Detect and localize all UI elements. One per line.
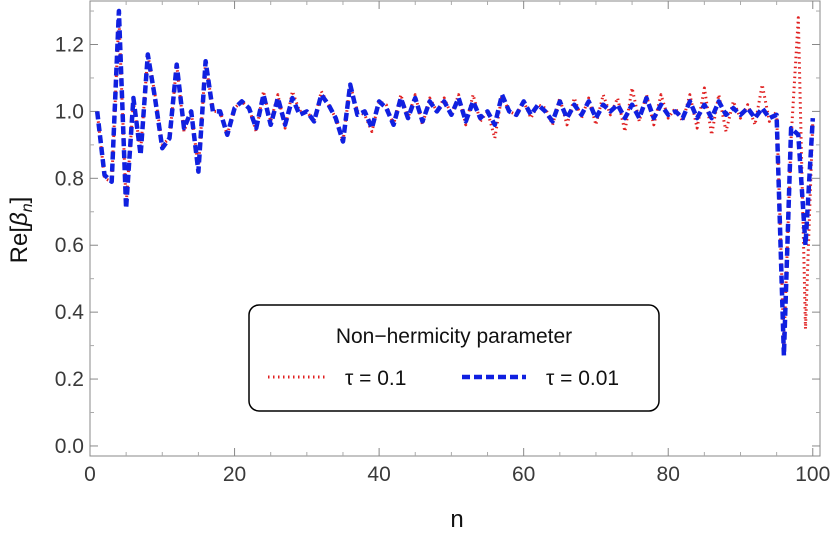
x-tick-label: 20 xyxy=(223,463,246,486)
chart: 0 20 40 60 80 100 0.0 0.2 0.4 0.6 0.8 1.0 1.2 n Re[… xyxy=(6,0,830,533)
x-tick-label: 80 xyxy=(657,463,680,486)
y-tick-label: 0.2 xyxy=(55,368,84,391)
y-axis-title-symbol: β xyxy=(6,212,33,227)
y-tick-label: 1.0 xyxy=(55,100,84,123)
x-tick-label: 60 xyxy=(512,463,535,486)
y-tick-label: 0.4 xyxy=(55,301,85,324)
y-axis-title: Re[βn] xyxy=(6,197,36,264)
x-axis-ticks: 0 20 40 60 80 100 xyxy=(84,1,830,486)
legend-box xyxy=(248,304,660,412)
y-tick-label: 0.8 xyxy=(55,167,84,190)
y-axis-title-bracket-close: ] xyxy=(6,197,33,204)
y-axis-title-subscript: n xyxy=(19,203,36,212)
series-line-tau-0-01 xyxy=(94,8,816,358)
series-lines xyxy=(94,8,816,358)
x-axis-title: n xyxy=(450,506,463,533)
legend-entry-tau-0-1: τ = 0.1 xyxy=(345,367,406,390)
series-line-tau-0-1 xyxy=(95,16,815,348)
legend: Non−hermicity parameter τ = 0.1 τ = 0.01 xyxy=(248,304,660,412)
legend-title: Non−hermicity parameter xyxy=(336,325,572,348)
x-tick-label: 40 xyxy=(367,463,390,486)
legend-entry-tau-0-01: τ = 0.01 xyxy=(546,367,619,390)
y-tick-label: 0.0 xyxy=(55,435,84,458)
x-tick-label: 0 xyxy=(84,463,96,486)
x-tick-label: 100 xyxy=(795,463,830,486)
y-tick-label: 1.2 xyxy=(55,33,84,56)
y-tick-label: 0.6 xyxy=(55,234,84,257)
y-axis-title-main: Re xyxy=(6,233,33,264)
